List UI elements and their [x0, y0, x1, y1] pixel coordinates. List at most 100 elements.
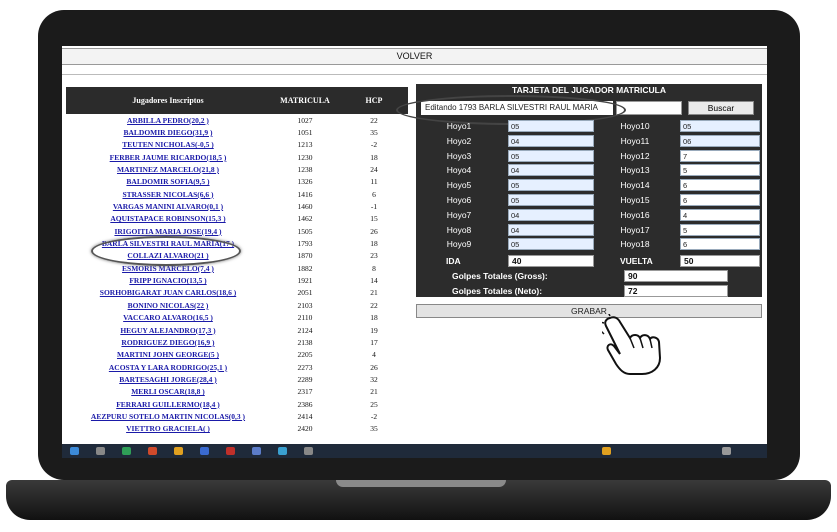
player-link[interactable]: FERBER JAUME RICARDO(18,5 )	[66, 153, 270, 162]
hcp-cell: 18	[370, 239, 378, 249]
hole-score-input[interactable]: 04	[508, 208, 594, 221]
hcp-cell: 22	[370, 300, 378, 310]
hole-score-input[interactable]: 5	[680, 164, 760, 177]
player-link[interactable]: VACCARO ALVARO(16,5 )	[66, 313, 270, 322]
matricula-cell: 2205	[297, 350, 313, 360]
players-table-header: Jugadores Inscriptos MATRICULA HCP	[66, 87, 408, 114]
hcp-cell: 18	[370, 313, 378, 323]
divider	[62, 74, 767, 75]
hole-score-input[interactable]: 5	[680, 223, 760, 236]
player-link[interactable]: ACOSTA Y LARA RODRIGO(25,1 )	[66, 363, 270, 372]
word-icon[interactable]	[200, 447, 209, 455]
hole-score-input[interactable]: 05	[508, 149, 594, 162]
player-link[interactable]: FERRARI GUILLERMO(18,4 )	[66, 400, 270, 409]
highlight-ellipse	[91, 236, 241, 266]
hcp-cell: 21	[370, 387, 378, 397]
neto-label: Golpes Totales (Neto):	[452, 286, 543, 296]
player-link[interactable]: TEUTEN NICHOLAS(-0,5 )	[66, 140, 270, 149]
hole-score-input[interactable]: 6	[680, 238, 760, 251]
hcp-cell: 11	[370, 177, 378, 187]
buscar-button[interactable]: Buscar	[688, 101, 754, 115]
matricula-cell: 1213	[297, 140, 313, 150]
matricula-cell: 2138	[297, 337, 313, 347]
player-link[interactable]: VIETTRO GRACIELA( )	[66, 424, 270, 433]
player-link[interactable]: RODRIGUEZ DIEGO(16,9 )	[66, 338, 270, 347]
matricula-cell: 1238	[297, 165, 313, 175]
search-input[interactable]	[616, 101, 682, 115]
hole-label: Hoyo10	[620, 121, 650, 131]
hcp-cell: 35	[370, 424, 378, 434]
player-link[interactable]: AEZPURU SOTELO MARTIN NICOLAS(0,3 )	[66, 412, 270, 421]
hole-score-input[interactable]: 04	[508, 134, 594, 147]
player-link[interactable]: BONINO NICOLAS(22 )	[66, 301, 270, 310]
hole-score-input[interactable]: 4	[680, 208, 760, 221]
hole-score-input[interactable]: 05	[508, 194, 594, 206]
matricula-cell: 1870	[297, 251, 313, 261]
hole-score-input[interactable]: 04	[508, 223, 594, 236]
matricula-cell: 1460	[297, 202, 313, 212]
table-row: BONINO NICOLAS(22 ) 2103 22	[66, 299, 408, 311]
pdf-icon[interactable]	[226, 447, 235, 455]
app-icon[interactable]	[122, 447, 131, 455]
gross-label: Golpes Totales (Gross):	[452, 271, 548, 281]
folder-icon[interactable]	[174, 447, 183, 455]
matricula-cell: 2273	[297, 362, 313, 372]
matricula-cell: 2110	[297, 313, 313, 323]
player-link[interactable]: AQUISTAPACE ROBINSON(15,3 )	[66, 214, 270, 223]
hole-score-input[interactable]: 6	[680, 194, 760, 206]
player-link[interactable]: FRIPP IGNACIO(13,5 )	[66, 276, 270, 285]
table-row: MARTINI JOHN GEORGE(5 ) 2205 4	[66, 349, 408, 361]
hole-score-input[interactable]: 7	[680, 149, 760, 162]
player-link[interactable]: MERLI OSCAR(18,8 )	[66, 387, 270, 396]
hole-label: Hoyo8	[446, 224, 472, 235]
player-link[interactable]: ARBILLA PEDRO(20,2 )	[66, 116, 270, 125]
hole-label: Hoyo16	[620, 209, 650, 220]
chrome-icon[interactable]	[148, 447, 157, 455]
hcp-cell: 26	[370, 226, 378, 236]
matricula-cell: 1230	[297, 152, 313, 162]
volver-button[interactable]: VOLVER	[62, 48, 767, 65]
player-link[interactable]: SORHOBIGARAT JUAN CARLOS(18,6 )	[66, 288, 270, 297]
hole-score-input[interactable]: 6	[680, 179, 760, 192]
hole-score-input[interactable]: 05	[508, 120, 594, 132]
player-link[interactable]: VARGAS MANINI ALVARO(0,1 )	[66, 202, 270, 211]
hcp-cell: 32	[370, 374, 378, 384]
grabar-button[interactable]: GRABAR	[416, 304, 762, 318]
table-row: ESMORIS MARCELO(7,4 ) 1882 8	[66, 262, 408, 274]
player-link[interactable]: BALDOMIR DIEGO(31,9 )	[66, 128, 270, 137]
vuelta-label: VUELTA	[620, 256, 653, 266]
table-row: FERRARI GUILLERMO(18,4 ) 2386 25	[66, 398, 408, 410]
player-link[interactable]: BALDOMIR SOFIA(9,5 )	[66, 177, 270, 186]
hcp-cell: 8	[372, 263, 376, 273]
player-link[interactable]: IRIGOITIA MARIA JOSE(19,4 )	[66, 227, 270, 236]
hcp-cell: 19	[370, 325, 378, 335]
hole-score-input[interactable]: 05	[508, 238, 594, 251]
app2-icon[interactable]	[252, 447, 261, 455]
matricula-cell: 2103	[297, 300, 313, 310]
hcp-cell: 25	[370, 399, 378, 409]
header-players: Jugadores Inscriptos	[132, 96, 204, 105]
player-link[interactable]: MARTINEZ MARCELO(21,8 )	[66, 165, 270, 174]
hcp-cell: 4	[372, 350, 376, 360]
hole-score-input[interactable]: 06	[680, 134, 760, 147]
app4-icon[interactable]	[304, 447, 313, 455]
hole-score-input[interactable]: 04	[508, 164, 594, 177]
player-link[interactable]: STRASSER NICOLAS(6,6 )	[66, 190, 270, 199]
hole-label: Hoyo18	[620, 239, 650, 250]
start-icon[interactable]	[70, 447, 79, 455]
matricula-cell: 2289	[297, 374, 313, 384]
player-link[interactable]: BARTESAGHI JORGE(28,4 )	[66, 375, 270, 384]
player-link[interactable]: HEGUY ALEJANDRO(17,3 )	[66, 326, 270, 335]
search-icon[interactable]	[96, 447, 105, 455]
table-row: VACCARO ALVARO(16,5 ) 2110 18	[66, 312, 408, 324]
player-link[interactable]: MARTINI JOHN GEORGE(5 )	[66, 350, 270, 359]
matricula-cell: 1416	[297, 189, 313, 199]
hole-score-input[interactable]: 05	[508, 179, 594, 192]
tray-icon[interactable]	[602, 447, 611, 455]
table-row: FERBER JAUME RICARDO(18,5 ) 1230 18	[66, 151, 408, 163]
app3-icon[interactable]	[278, 447, 287, 455]
hcp-cell: 35	[370, 128, 378, 138]
matricula-cell: 1326	[297, 177, 313, 187]
laptop-base-notch	[336, 480, 506, 487]
hole-score-input[interactable]: 05	[680, 120, 760, 132]
